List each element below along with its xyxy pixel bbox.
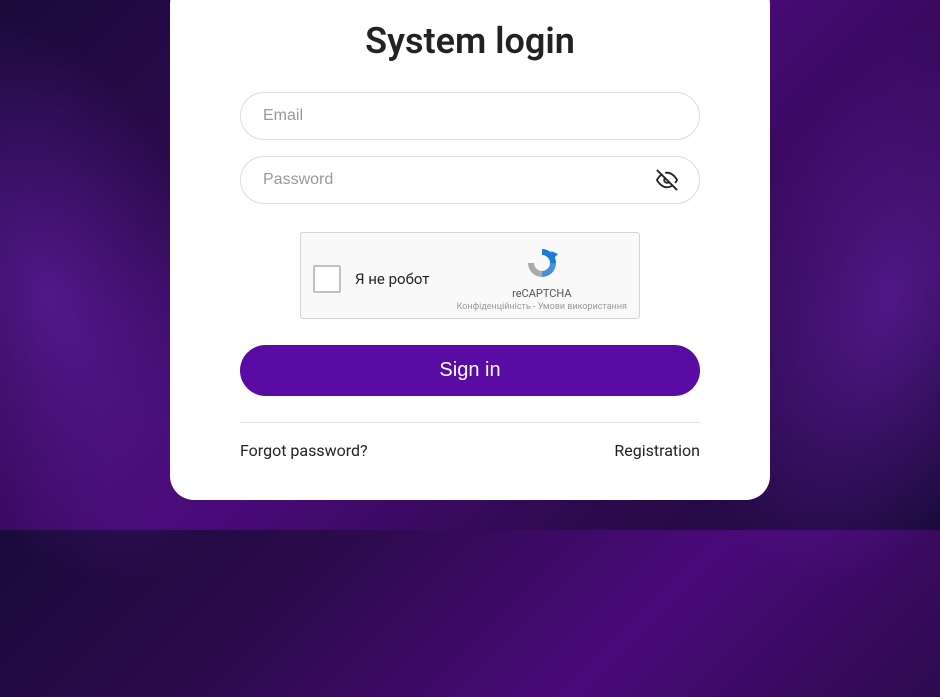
recaptcha-label: Я не робот [355,270,457,288]
recaptcha-terms-text[interactable]: Конфіденційність - Умови використання [457,302,627,312]
eye-off-icon[interactable] [656,169,678,191]
email-field[interactable] [240,92,700,140]
recaptcha-checkbox[interactable] [313,265,341,293]
registration-link[interactable]: Registration [614,441,700,460]
recaptcha-brand-text: reCAPTCHA [512,287,571,300]
login-card: System login Я не робот reCAPTCHA [170,0,770,500]
page-title: System login [240,20,700,62]
recaptcha-branding: reCAPTCHA Конфіденційність - Умови викор… [457,245,627,312]
password-field[interactable] [240,156,700,204]
recaptcha-logo-icon [524,245,560,285]
forgot-password-link[interactable]: Forgot password? [240,441,368,460]
signin-button[interactable]: Sign in [240,345,700,396]
links-row: Forgot password? Registration [240,441,700,460]
divider [240,422,700,423]
email-field-wrap [240,92,700,140]
password-field-wrap [240,156,700,204]
recaptcha-widget: Я не робот reCAPTCHA Конфіденційність - … [300,232,640,319]
